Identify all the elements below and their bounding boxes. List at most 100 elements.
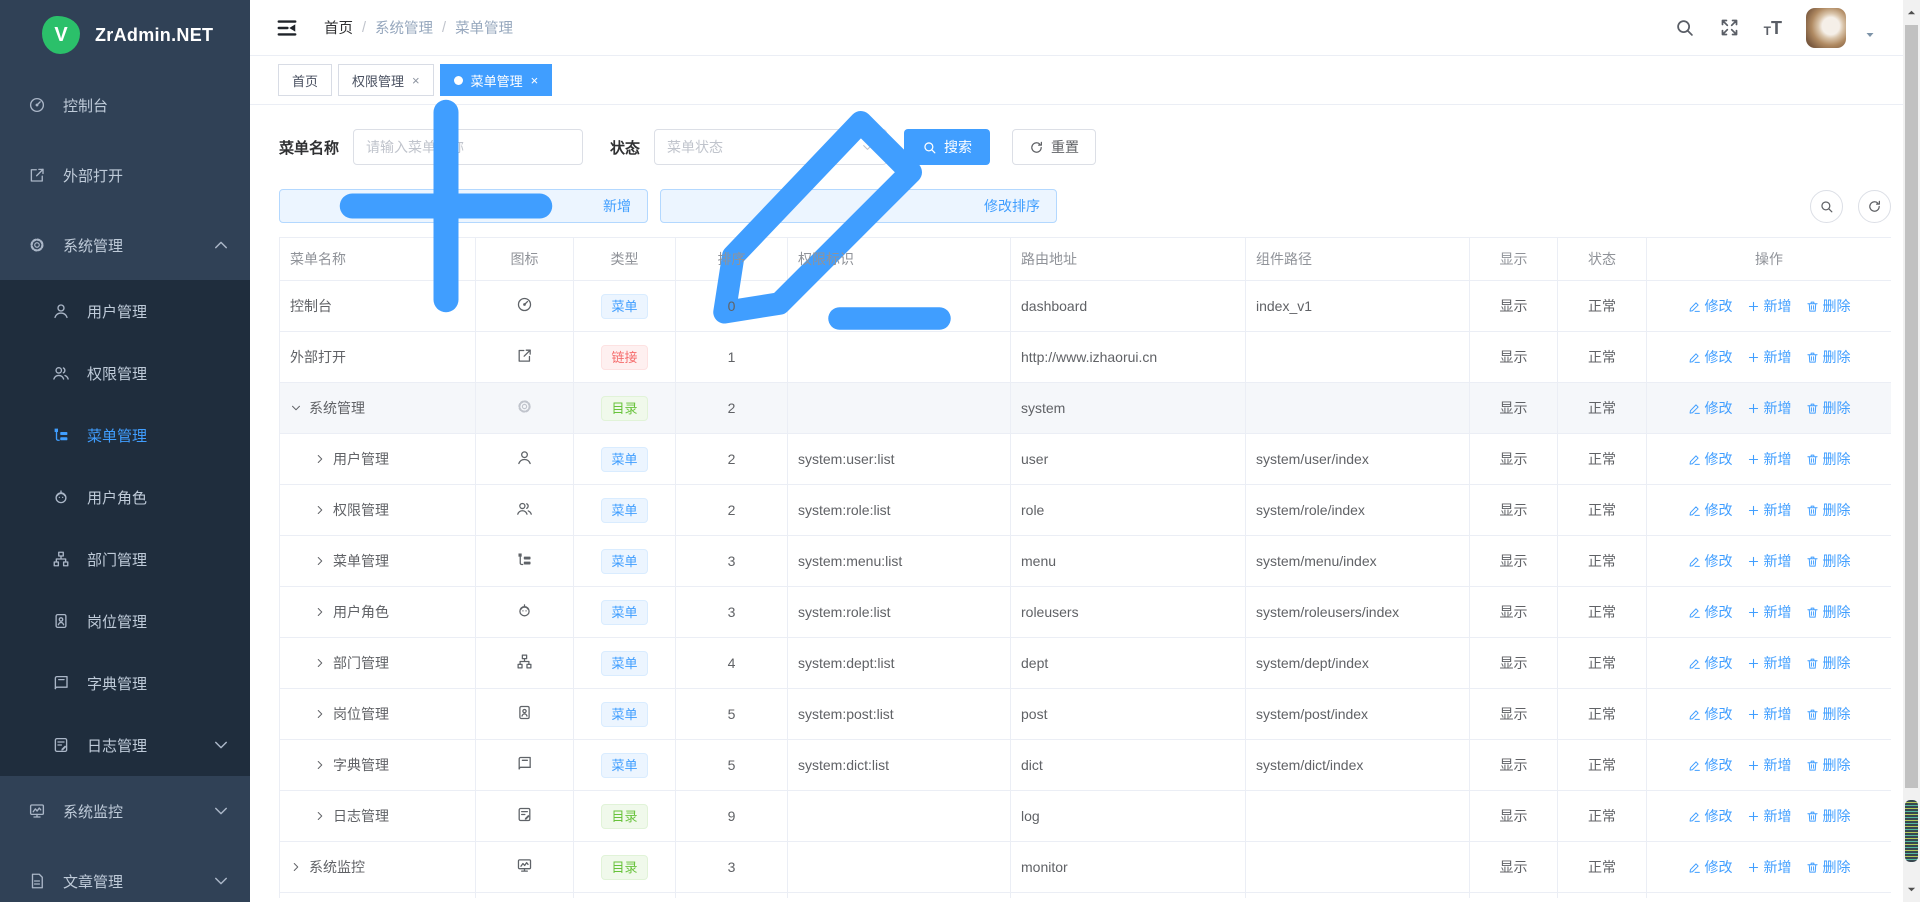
sidebar-subitem[interactable]: 部门管理 (0, 528, 250, 590)
scrollbar-widget[interactable] (1905, 800, 1918, 862)
fullscreen-icon[interactable] (1719, 17, 1740, 38)
sidebar-subitem[interactable]: 岗位管理 (0, 590, 250, 652)
search-icon[interactable] (1674, 17, 1695, 38)
scroll-up-arrow-icon[interactable] (1903, 4, 1920, 21)
chevron-right-icon[interactable] (314, 606, 326, 618)
reset-button[interactable]: 重置 (1012, 129, 1096, 165)
row-action-修改[interactable]: 修改 (1688, 857, 1733, 877)
path-cell: roleusers (1011, 587, 1246, 638)
edit-icon (1688, 453, 1701, 466)
chevron-right-icon[interactable] (314, 504, 326, 516)
page-scrollbar[interactable] (1903, 0, 1920, 902)
row-action-删除[interactable]: 删除 (1806, 653, 1851, 673)
row-action-修改[interactable]: 修改 (1688, 551, 1733, 571)
row-action-删除[interactable]: 删除 (1806, 806, 1851, 826)
row-action-修改[interactable]: 修改 (1688, 704, 1733, 724)
row-action-新增[interactable]: 新增 (1747, 806, 1792, 826)
row-action-修改[interactable]: 修改 (1688, 449, 1733, 469)
font-size-icon[interactable]: TT (1764, 19, 1782, 37)
row-action-删除[interactable]: 删除 (1806, 296, 1851, 316)
plus-icon (1747, 810, 1760, 823)
status-cell: 正常 (1558, 332, 1647, 383)
row-action-修改[interactable]: 修改 (1688, 296, 1733, 316)
breadcrumb-item[interactable]: 首页 (324, 17, 353, 38)
row-action-删除[interactable]: 删除 (1806, 449, 1851, 469)
row-action-修改[interactable]: 修改 (1688, 398, 1733, 418)
chevron-right-icon[interactable] (314, 759, 326, 771)
user-avatar[interactable] (1806, 8, 1846, 48)
sidebar-subitem[interactable]: 用户角色 (0, 466, 250, 528)
row-action-修改[interactable]: 修改 (1688, 806, 1733, 826)
row-action-新增[interactable]: 新增 (1747, 704, 1792, 724)
row-action-新增[interactable]: 新增 (1747, 551, 1792, 571)
trash-icon (1806, 708, 1819, 721)
row-action-删除[interactable]: 删除 (1806, 755, 1851, 775)
row-action-删除[interactable]: 删除 (1806, 704, 1851, 724)
row-action-新增[interactable]: 新增 (1747, 857, 1792, 877)
sidebar-subitem[interactable]: 用户管理 (0, 280, 250, 342)
chevron-right-icon[interactable] (314, 453, 326, 465)
row-action-新增[interactable]: 新增 (1747, 347, 1792, 367)
row-action-删除[interactable]: 删除 (1806, 602, 1851, 622)
type-tag: 菜单 (601, 702, 647, 727)
row-action-删除[interactable]: 删除 (1806, 398, 1851, 418)
path-cell: user (1011, 434, 1246, 485)
row-action-新增[interactable]: 新增 (1747, 602, 1792, 622)
row-action-新增[interactable]: 新增 (1747, 296, 1792, 316)
breadcrumb-item[interactable]: 菜单管理 (455, 17, 513, 38)
row-action-修改[interactable]: 修改 (1688, 347, 1733, 367)
row-action-新增[interactable]: 新增 (1747, 398, 1792, 418)
log-icon (516, 806, 533, 823)
row-action-修改[interactable]: 修改 (1688, 755, 1733, 775)
refresh-table-button[interactable] (1858, 190, 1891, 223)
sidebar-item[interactable]: 外部打开 (0, 140, 250, 210)
chevron-right-icon[interactable] (314, 708, 326, 720)
row-action-新增[interactable]: 新增 (1747, 449, 1792, 469)
dashboard-icon (28, 96, 46, 114)
row-action-删除[interactable]: 删除 (1806, 500, 1851, 520)
id-badge-icon (516, 704, 533, 721)
add-button[interactable]: 新增 (279, 189, 648, 223)
row-action-新增[interactable]: 新增 (1747, 653, 1792, 673)
scroll-down-arrow-icon[interactable] (1903, 881, 1920, 898)
visible-cell: 显示 (1470, 587, 1558, 638)
row-action-修改[interactable]: 修改 (1688, 500, 1733, 520)
type-tag: 菜单 (601, 294, 647, 319)
sidebar-item[interactable]: 系统管理 (0, 210, 250, 280)
row-action-删除[interactable]: 删除 (1806, 857, 1851, 877)
sidebar-item[interactable]: 控制台 (0, 70, 250, 140)
row-actions: 修改新增删除 (1657, 551, 1881, 571)
row-action-修改[interactable]: 修改 (1688, 602, 1733, 622)
sidebar-subitem[interactable]: 字典管理 (0, 652, 250, 714)
chevron-right-icon[interactable] (314, 657, 326, 669)
chevron-down-icon[interactable] (290, 402, 302, 414)
modify-sort-button[interactable]: 修改排序 (660, 189, 1057, 223)
show-search-button[interactable] (1810, 190, 1843, 223)
visible-cell: 显示 (1470, 485, 1558, 536)
breadcrumb-item[interactable]: 系统管理 (375, 17, 433, 38)
sidebar-subitem[interactable]: 菜单管理 (0, 404, 250, 466)
chevron-right-icon[interactable] (290, 861, 302, 873)
sidebar-item[interactable]: 文章管理 (0, 846, 250, 902)
row-action-新增[interactable]: 新增 (1747, 755, 1792, 775)
app-logo[interactable]: V ZrAdmin.NET (0, 0, 250, 70)
chevron-right-icon[interactable] (314, 810, 326, 822)
row-action-删除[interactable]: 删除 (1806, 551, 1851, 571)
row-action-新增[interactable]: 新增 (1747, 500, 1792, 520)
type-tag: 菜单 (601, 753, 647, 778)
chevron-right-icon[interactable] (314, 555, 326, 567)
chevron-down-icon (212, 872, 230, 890)
edit-icon (1688, 555, 1701, 568)
menu-collapse-icon[interactable] (276, 17, 298, 39)
sidebar-subitem[interactable]: 权限管理 (0, 342, 250, 404)
row-action-label: 删除 (1823, 755, 1851, 775)
row-action-修改[interactable]: 修改 (1688, 653, 1733, 673)
caret-down-icon[interactable] (1864, 29, 1876, 41)
sidebar-item[interactable]: 系统监控 (0, 776, 250, 846)
row-action-删除[interactable]: 删除 (1806, 347, 1851, 367)
scrollbar-thumb[interactable] (1905, 25, 1918, 788)
actions-cell: 修改新增删除 (1647, 638, 1892, 689)
edit-icon (1688, 657, 1701, 670)
sidebar-subitem[interactable]: 日志管理 (0, 714, 250, 776)
menu-name-label: 菜单管理 (333, 551, 389, 571)
